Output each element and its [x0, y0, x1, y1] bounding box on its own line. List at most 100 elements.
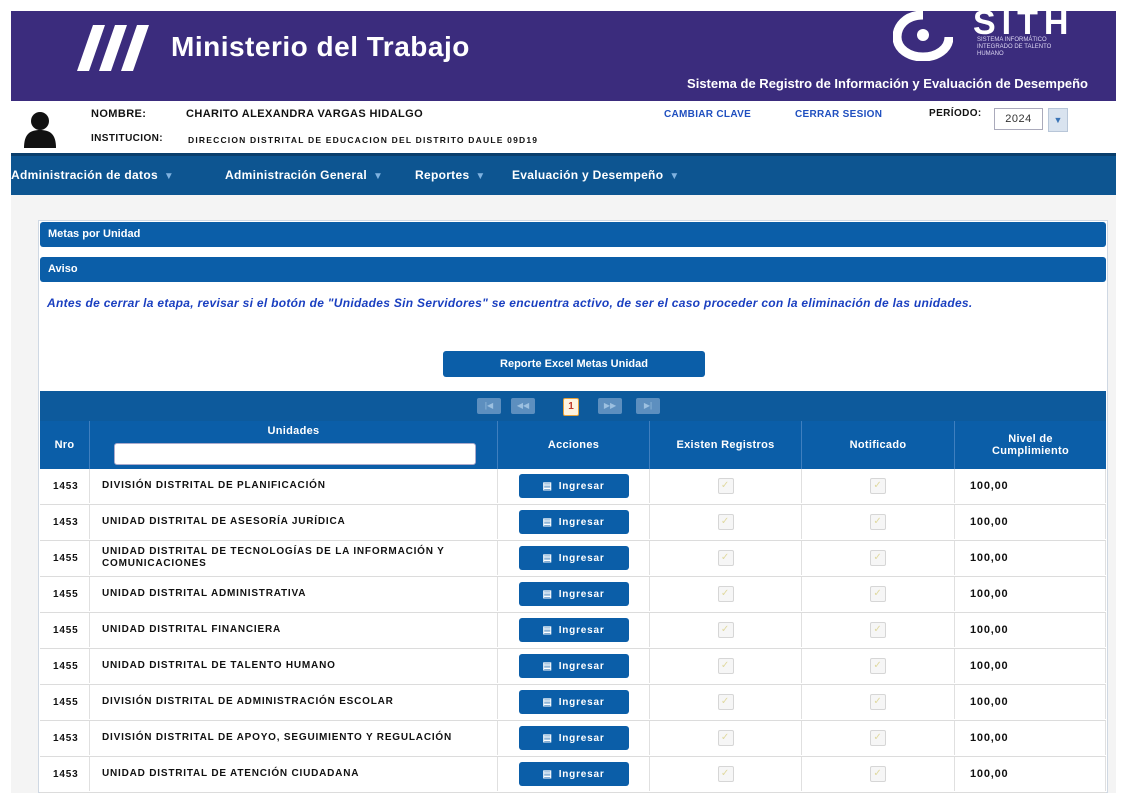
prev-page-icon[interactable]: ◀◀ — [511, 398, 535, 414]
notificado-checkbox[interactable]: ✓ — [870, 550, 886, 566]
row-actions: ▤ Ingresar — [498, 685, 650, 719]
col-notificado: Notificado — [802, 421, 955, 469]
existen-registros-checkbox[interactable]: ✓ — [717, 478, 734, 494]
row-actions: ▤ Ingresar — [498, 613, 650, 647]
nav-administracion-general[interactable]: Administración General ▼ — [225, 168, 383, 182]
row-existen: ✓ — [650, 541, 802, 575]
table-row: 1455 UNIDAD DISTRITAL FINANCIERA ▤ Ingresar… — [40, 613, 1106, 649]
ingresar-button[interactable]: ▤ Ingresar — [518, 654, 629, 678]
form-icon: ▤ — [542, 696, 553, 708]
notificado-checkbox[interactable]: ✓ — [870, 766, 886, 782]
ingresar-label: Ingresar — [558, 624, 605, 636]
row-nro: 1455 — [40, 541, 90, 575]
notificado-checkbox[interactable]: ✓ — [870, 514, 886, 530]
form-icon: ▤ — [542, 732, 553, 744]
institucion-label: INSTITUCION: — [91, 133, 164, 144]
table-row: 1455 UNIDAD DISTRITAL ADMINISTRATIVA ▤ Ingr… — [40, 577, 1106, 613]
notificado-checkbox[interactable]: ✓ — [870, 586, 886, 602]
existen-registros-checkbox[interactable]: ✓ — [717, 622, 734, 638]
ingresar-button[interactable]: ▤ Ingresar — [518, 474, 629, 498]
sith-brand-subtitle: SISTEMA INFORMÁTICO INTEGRADO DE TALENTO… — [977, 37, 1052, 57]
main-nav: Administración de datos ▼ Administración … — [11, 153, 1116, 195]
row-existen: ✓ — [650, 721, 802, 755]
aviso-title: Aviso — [40, 257, 1106, 282]
change-password-link[interactable]: CAMBIAR CLAVE — [664, 109, 751, 120]
nav-label: Administración de datos — [11, 168, 158, 182]
institucion-value: DIRECCION DISTRITAL DE EDUCACION DEL DIS… — [188, 135, 539, 145]
row-existen: ✓ — [650, 469, 802, 503]
col-acciones: Acciones — [498, 421, 650, 469]
row-nro: 1455 — [40, 613, 90, 647]
col-nro: Nro — [40, 421, 90, 469]
first-page-icon[interactable]: |◀ — [477, 398, 501, 414]
existen-registros-checkbox[interactable]: ✓ — [717, 550, 734, 566]
notificado-checkbox[interactable]: ✓ — [870, 730, 886, 746]
ministry-title: Ministerio del Trabajo — [171, 31, 470, 62]
window-top-strip — [0, 0, 1127, 11]
ingresar-button[interactable]: ▤ Ingresar — [518, 762, 629, 786]
row-notificado: ✓ — [802, 685, 955, 719]
next-page-icon[interactable]: ▶▶ — [598, 398, 622, 414]
ingresar-button[interactable]: ▤ Ingresar — [518, 726, 629, 750]
nombre-value: CHARITO ALEXANDRA VARGAS HIDALGO — [186, 108, 424, 120]
existen-registros-checkbox[interactable]: ✓ — [717, 730, 734, 746]
periodo-label: PERÍODO: — [929, 108, 982, 119]
panel-title: Metas por Unidad — [40, 222, 1106, 247]
last-page-icon[interactable]: ▶| — [636, 398, 660, 414]
pager: |◀ ◀◀ 1 ▶▶ ▶| — [40, 391, 1106, 421]
row-nro: 1455 — [40, 649, 90, 683]
row-actions: ▤ Ingresar — [498, 757, 650, 791]
row-notificado: ✓ — [802, 577, 955, 611]
row-unit: DIVISIÓN DISTRITAL DE ADMINISTRACIÓN ESC… — [90, 685, 498, 719]
row-nivel: 100,00 — [955, 469, 1106, 503]
periodo-select[interactable]: 2024 — [994, 108, 1043, 130]
nav-evaluacion[interactable]: Evaluación y Desempeño ▼ — [512, 168, 680, 182]
existen-registros-checkbox[interactable]: ✓ — [717, 658, 734, 674]
row-nivel: 100,00 — [955, 757, 1106, 791]
form-icon: ▤ — [542, 624, 553, 636]
table-row: 1453 UNIDAD DISTRITAL DE ATENCIÓN CIUDADA… — [40, 757, 1106, 793]
ingresar-button[interactable]: ▤ Ingresar — [518, 618, 629, 642]
ingresar-button[interactable]: ▤ Ingresar — [518, 582, 629, 606]
form-icon: ▤ — [542, 480, 553, 492]
row-nivel: 100,00 — [955, 613, 1106, 647]
nav-reportes[interactable]: Reportes ▼ — [415, 168, 486, 182]
row-nro: 1453 — [40, 469, 90, 503]
row-unit: UNIDAD DISTRITAL DE ASESORÍA JURÍDICA — [90, 505, 498, 539]
notificado-checkbox[interactable]: ✓ — [870, 658, 886, 674]
row-actions: ▤ Ingresar — [498, 577, 650, 611]
row-nro: 1455 — [40, 685, 90, 719]
existen-registros-checkbox[interactable]: ✓ — [717, 514, 734, 530]
user-bar: NOMBRE: CHARITO ALEXANDRA VARGAS HIDALGO… — [11, 101, 1116, 154]
ingresar-label: Ingresar — [558, 768, 605, 780]
ingresar-button[interactable]: ▤ Ingresar — [518, 690, 629, 714]
table-row: 1453 UNIDAD DISTRITAL DE ASESORÍA JURÍDIC… — [40, 505, 1106, 541]
ingresar-label: Ingresar — [558, 552, 605, 564]
nav-label: Reportes — [415, 168, 470, 182]
row-notificado: ✓ — [802, 541, 955, 575]
notificado-checkbox[interactable]: ✓ — [870, 622, 886, 638]
col-nivel-cumplimiento: Nivel de Cumplimiento — [992, 433, 1069, 457]
ingresar-button[interactable]: ▤ Ingresar — [518, 510, 629, 534]
unidades-filter-input[interactable] — [114, 443, 476, 465]
ingresar-label: Ingresar — [558, 732, 605, 744]
row-existen: ✓ — [650, 505, 802, 539]
ingresar-button[interactable]: ▤ Ingresar — [518, 546, 629, 570]
notificado-checkbox[interactable]: ✓ — [870, 478, 886, 494]
existen-registros-checkbox[interactable]: ✓ — [717, 766, 734, 782]
row-notificado: ✓ — [802, 649, 955, 683]
notificado-checkbox[interactable]: ✓ — [870, 694, 886, 710]
existen-registros-checkbox[interactable]: ✓ — [717, 694, 734, 710]
existen-registros-checkbox[interactable]: ✓ — [717, 586, 734, 602]
nav-administracion-datos[interactable]: Administración de datos ▼ — [11, 168, 174, 182]
periodo-dropdown-icon[interactable]: ▼ — [1048, 108, 1068, 132]
logout-link[interactable]: CERRAR SESION — [795, 109, 882, 120]
row-existen: ✓ — [650, 577, 802, 611]
table-row: 1455 UNIDAD DISTRITAL DE TECNOLOGÍAS DE L… — [40, 541, 1106, 577]
row-nro: 1453 — [40, 757, 90, 791]
current-page[interactable]: 1 — [563, 398, 579, 416]
report-excel-button[interactable]: Reporte Excel Metas Unidad — [443, 351, 705, 377]
user-avatar-icon — [24, 112, 56, 148]
table-header: Nro Unidades Acciones Existen Registros … — [40, 421, 1106, 469]
row-notificado: ✓ — [802, 505, 955, 539]
